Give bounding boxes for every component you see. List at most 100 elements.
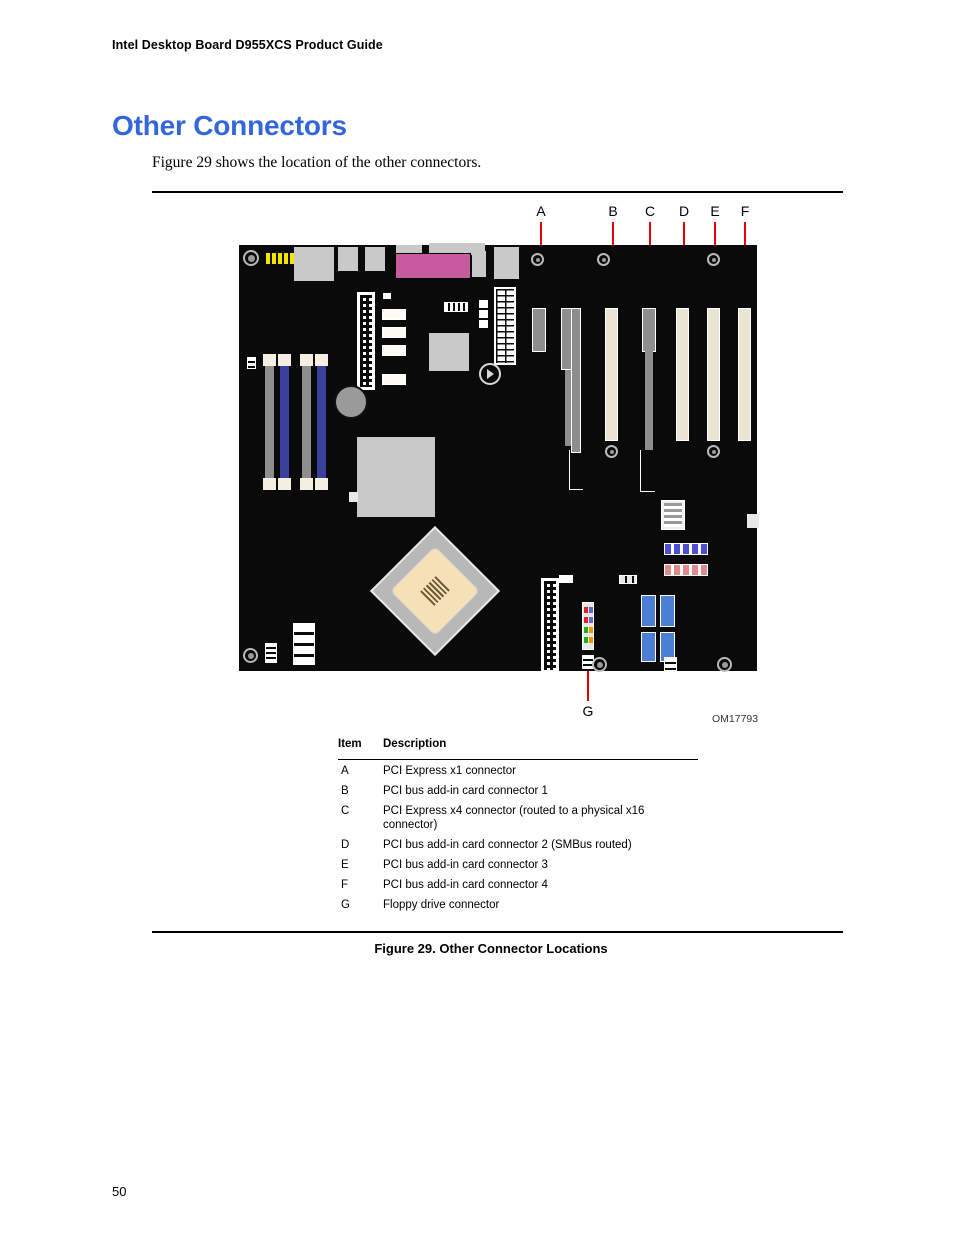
row-item: D [341, 839, 350, 852]
fp-pin-blue-1 [589, 607, 593, 613]
slot-pci-f [738, 308, 751, 441]
yellow-header-pins [266, 253, 296, 264]
slot-retention-latch-left [569, 450, 583, 490]
slot-pcie-x1-a [532, 308, 546, 352]
front-panel-header-left [265, 643, 277, 663]
dimm-slot-4-clip-bottom [315, 478, 328, 490]
dimm-slot-3 [302, 357, 311, 486]
mounting-hole-top-a [531, 253, 544, 266]
row-item: A [341, 765, 349, 778]
mounting-hole-e [707, 445, 720, 458]
figure-bottom-rule [152, 931, 843, 933]
intro-paragraph: Figure 29 shows the location of the othe… [152, 154, 482, 171]
dimm-slot-2 [280, 357, 289, 486]
fp-pin-red-2 [584, 617, 588, 623]
slot-retention-latch-c [640, 450, 655, 492]
small-header-a [383, 293, 391, 299]
speaker-triangle-icon [487, 369, 494, 379]
row-item: G [341, 899, 350, 912]
callout-label-g: G [582, 703, 594, 719]
slot-pcie-long-left [571, 308, 581, 453]
table-row: D PCI bus add-in card connector 2 (SMBus… [338, 838, 698, 852]
page-title: Other Connectors [112, 110, 347, 141]
fp-pin-green-2 [584, 637, 588, 643]
dimm-slot-4-clip-top [315, 354, 328, 366]
rear-port-6 [494, 247, 519, 279]
jumper-block [559, 575, 573, 583]
aux-power-header [293, 623, 315, 665]
usb-header-2 [660, 595, 675, 627]
row-item: E [341, 859, 349, 872]
aux-4pin-pins [664, 503, 682, 527]
connector-table: Item Description A PCI Express x1 connec… [338, 738, 698, 918]
ps2-port-stack [294, 247, 334, 281]
chipset-ich [429, 333, 469, 371]
dimm-slot-1-clip-bottom [263, 478, 276, 490]
figure-top-rule [152, 191, 843, 193]
rear-port-2 [365, 247, 385, 271]
dimm-slot-3-clip-bottom [300, 478, 313, 490]
callout-label-b: B [608, 203, 618, 219]
fp-pin-blue-2 [589, 617, 593, 623]
callout-label-f: F [740, 203, 750, 219]
motherboard-diagram [239, 243, 759, 674]
figure-image-code: OM17793 [712, 713, 759, 725]
callout-label-e: E [710, 203, 720, 219]
atx-power-pins [496, 289, 514, 363]
jumper-2 [479, 310, 488, 318]
usb-header-3 [641, 632, 656, 662]
mch-heatsink [357, 437, 435, 517]
row-item: C [341, 805, 350, 818]
slot-pcie-x4-c [642, 308, 656, 352]
sata-port-3 [382, 345, 406, 356]
fp-pin-orange-2 [589, 637, 593, 643]
mounting-hole-top-f [707, 253, 720, 266]
dimm-slot-3-clip-top [300, 354, 313, 366]
row-description: PCI Express x1 connector [383, 765, 516, 778]
jumper-3 [479, 320, 488, 328]
small-header-c [619, 575, 637, 584]
row-item: B [341, 785, 349, 798]
mounting-hole-bottom-left [243, 648, 258, 663]
mounting-hole-top-b [597, 253, 610, 266]
table-row: A PCI Express x1 connector [338, 764, 698, 778]
table-row: B PCI bus add-in card connector 1 [338, 784, 698, 798]
rear-port-1 [338, 247, 358, 271]
dimm-slot-2-clip-top [278, 354, 291, 366]
row-description: PCI Express x4 connector (routed to a ph… [383, 805, 645, 832]
coin-battery [334, 385, 368, 419]
header-blue-row [664, 543, 708, 555]
callout-label-d: D [678, 203, 690, 219]
fan-header-left [247, 357, 256, 369]
small-marker [349, 492, 358, 502]
row-description: PCI bus add-in card connector 4 [383, 879, 548, 892]
callout-label-a: A [536, 203, 546, 219]
sata-port-1 [382, 309, 406, 320]
row-description: Floppy drive connector [383, 899, 500, 912]
row-description: PCI bus add-in card connector 1 [383, 785, 548, 798]
board-edge-tab [747, 514, 759, 528]
row-description: PCI bus add-in card connector 3 [383, 859, 548, 872]
callout-label-c: C [644, 203, 656, 219]
slot-pci-d [676, 308, 689, 441]
mounting-hole-top-left [243, 250, 259, 266]
table-row: G Floppy drive connector [338, 898, 698, 912]
figure-caption: Figure 29. Other Connector Locations [0, 941, 954, 956]
fp-pin-red-1 [584, 607, 588, 613]
mounting-hole-b [605, 445, 618, 458]
table-header-description: Description [383, 738, 447, 750]
row-item: F [341, 879, 349, 892]
table-header-row: Item Description [338, 738, 698, 756]
header-pink-row [664, 564, 708, 576]
usb-header-1 [641, 595, 656, 627]
header-block-1 [444, 302, 468, 312]
table-row: E PCI bus add-in card connector 3 [338, 858, 698, 872]
small-header-d [664, 657, 677, 674]
page-number: 50 [112, 1184, 127, 1199]
figure-caption-text: Figure 29. Other Connector Locations [374, 941, 608, 956]
rear-port-5 [472, 251, 486, 277]
slot-pcie-x4-c-body [645, 350, 653, 450]
fp-pin-orange-1 [589, 627, 593, 633]
row-description: PCI bus add-in card connector 2 (SMBus r… [383, 839, 632, 852]
dimm-slot-4 [317, 357, 326, 486]
